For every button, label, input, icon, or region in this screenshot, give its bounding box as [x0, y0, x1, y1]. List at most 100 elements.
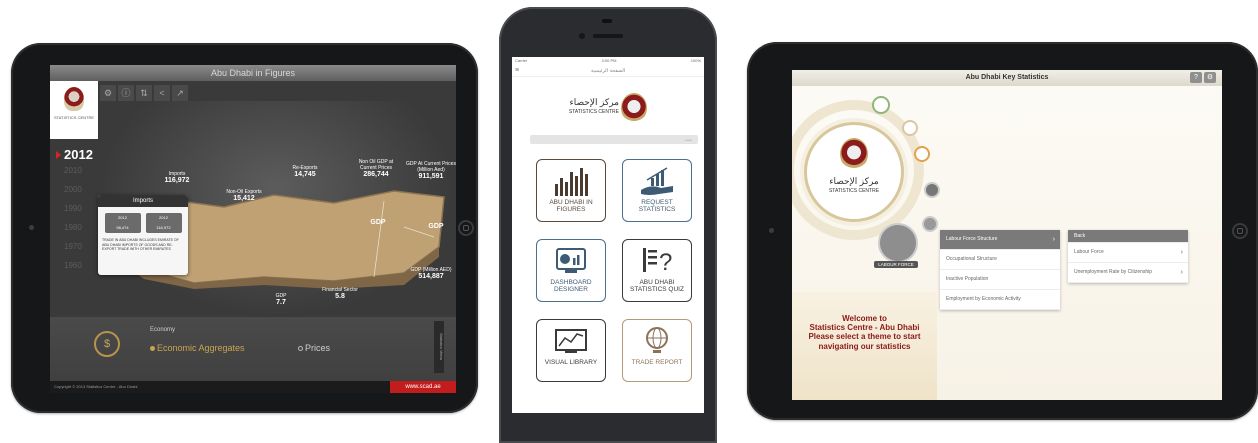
menu-item-label: Occupational Structure — [946, 256, 997, 262]
menu-item-label: Labour Force Structure — [946, 236, 998, 242]
home-button[interactable] — [458, 220, 474, 236]
labour-force-label: LABOUR FORCE — [874, 261, 918, 268]
settings-icon[interactable]: ⚙ — [1204, 72, 1216, 83]
menu-icon[interactable]: ≡ — [515, 66, 519, 76]
year-item[interactable]: 1990 — [50, 204, 96, 223]
map-marker-gdp-b[interactable]: GDP — [426, 223, 446, 231]
map-marker-reexports[interactable]: Re-Exports 14,745 — [288, 165, 322, 179]
menu-item-unemployment[interactable]: Unemployment Rate by Citizenship › — [1068, 263, 1188, 283]
year-item-selected[interactable]: 2012 — [50, 147, 96, 166]
tile-dashboard-designer[interactable]: DASHBOARD DESIGNER — [536, 239, 606, 302]
phone-speaker — [593, 34, 623, 38]
map-marker-gdp-c[interactable]: GDP 7.7 — [266, 293, 296, 307]
tile-label: TRADE REPORT — [631, 359, 683, 366]
popup-cell: 2012 98,474 — [104, 213, 141, 233]
map-marker-nonoil-gdp[interactable]: Non Oil GDP at Current Prices 286,744 — [354, 159, 398, 179]
map-marker-financial[interactable]: Financial Sector 5.8 — [320, 287, 360, 301]
year-item[interactable]: 1970 — [50, 242, 96, 261]
phone-screen: Carrier 3:00 PM 100% ≡ الصفحة الرئيسية م… — [512, 57, 704, 413]
statistics-menu-tab[interactable]: Statistics Menu — [434, 321, 444, 373]
menu-item-label: Unemployment Rate by Citizenship — [1074, 269, 1153, 275]
quiz-icon: ? — [623, 240, 691, 276]
home-button[interactable] — [1232, 223, 1248, 239]
nav-title: الصفحة الرئيسية — [590, 68, 626, 74]
menu-item-labour-force[interactable]: Labour Force › — [1068, 243, 1188, 263]
tile-visual-library[interactable]: VISUAL LIBRARY — [536, 319, 606, 382]
theme-icon[interactable] — [922, 216, 938, 232]
radio-label: Prices — [305, 343, 331, 353]
labour-submenu: Labour Force Structure › Occupational Str… — [940, 230, 1060, 310]
popup-title: Imports — [98, 195, 188, 207]
search-input[interactable]: بحث — [530, 135, 698, 144]
radio-prices[interactable]: Prices — [298, 343, 330, 353]
year-item[interactable]: 1960 — [50, 261, 96, 280]
info-icon[interactable]: ⓘ — [118, 85, 134, 101]
marker-value: 514,887 — [418, 273, 444, 280]
popup-cell-year: 2012 — [118, 215, 127, 220]
toolbar: ⚙ ⓘ ⇅ < ↗ — [100, 85, 188, 101]
year-item[interactable]: 2000 — [50, 185, 96, 204]
menu-item-employment[interactable]: Employment by Economic Activity — [940, 290, 1060, 310]
back-button[interactable]: Back — [1068, 230, 1188, 243]
carrier-text: Carrier — [515, 58, 528, 63]
imports-popup: Imports 2012 98,474 2012 116,972 TRADE I… — [98, 195, 188, 275]
radio-dot-selected — [150, 346, 155, 352]
settings-icon[interactable]: ⚙ — [100, 85, 116, 101]
marker-label: GDP — [428, 223, 444, 230]
website-link[interactable]: www.scad.ae — [390, 381, 456, 393]
section-label: Economy — [150, 327, 176, 333]
key-statistics-screen: Abu Dhabi Key Statistics ? ⚙ مركز الإحصا… — [792, 70, 1222, 400]
export-icon[interactable]: ↗ — [172, 85, 188, 101]
menu-item-label: Employment by Economic Activity — [946, 296, 1021, 302]
map-marker-gdp-total[interactable]: GDP (Million AED) 514,887 — [406, 267, 456, 281]
menu-item-occupational[interactable]: Occupational Structure — [940, 250, 1060, 270]
tablet-camera — [29, 225, 34, 230]
popup-cell-year: 2012 — [159, 215, 168, 220]
welcome-line: Statistics Centre - Abu Dhabi — [809, 323, 920, 333]
sort-icon[interactable]: ⇅ — [136, 85, 152, 101]
menu-item-label: Labour Force — [1074, 249, 1104, 255]
map-marker-nonoil-exports[interactable]: Non-Oil Exports 15,412 — [224, 189, 264, 203]
logo-circle[interactable] — [804, 122, 904, 222]
logo-text: STATISTICS CENTRE — [53, 115, 95, 120]
share-icon[interactable]: < — [154, 85, 170, 101]
monitor-chart-icon — [537, 320, 605, 356]
labour-force-icon[interactable] — [878, 223, 918, 263]
logo-arabic: مركز الإحصاء — [569, 97, 619, 107]
marker-label: Non Oil GDP at Current Prices — [358, 159, 394, 171]
map-marker-gdp-current[interactable]: GDP At Current Prices (Million Aed) 911,… — [406, 161, 456, 181]
tile-statistics-quiz[interactable]: ? ABU DHABI STATISTICS QUIZ — [622, 239, 692, 302]
emblem-icon — [621, 93, 647, 123]
tile-abu-dhabi-in-figures[interactable]: ABU DHABI IN FIGURES — [536, 159, 606, 222]
radio-economic-aggregates[interactable]: Economic Aggregates — [150, 343, 245, 353]
nav-bar: ≡ الصفحة الرئيسية — [512, 66, 704, 77]
welcome-line: navigating our statistics — [818, 341, 911, 351]
environment-theme-icon[interactable] — [872, 96, 890, 114]
marker-value: 5.8 — [335, 293, 345, 300]
phone-sensor — [602, 19, 612, 23]
tile-request-statistics[interactable]: REQUEST STATISTICS — [622, 159, 692, 222]
year-item[interactable]: 1980 — [50, 223, 96, 242]
popup-cell-value: 98,474 — [116, 225, 129, 230]
menu-item-labour-force-structure[interactable]: Labour Force Structure › — [940, 230, 1060, 250]
year-item[interactable]: 2010 — [50, 166, 96, 185]
map-marker-gdp-a[interactable]: GDP — [368, 219, 388, 227]
welcome-line: Please select a theme to start — [808, 332, 921, 342]
labour-detail-menu: Back Labour Force › Unemployment Rate by … — [1068, 230, 1188, 283]
theme-icon[interactable] — [902, 120, 918, 136]
popup-values: 2012 98,474 2012 116,972 — [98, 207, 188, 235]
popup-cell: 2012 116,972 — [145, 213, 182, 233]
chevron-right-icon: › — [1052, 236, 1055, 243]
dashboard-icon — [537, 240, 605, 276]
tablet-device-right: Abu Dhabi Key Statistics ? ⚙ مركز الإحصا… — [747, 42, 1258, 420]
economy-icon[interactable]: $ — [94, 331, 120, 357]
map-marker-imports[interactable]: Imports 116,972 — [162, 171, 192, 185]
tablet-camera — [769, 228, 774, 233]
phone-device: Carrier 3:00 PM 100% ≡ الصفحة الرئيسية م… — [499, 7, 717, 443]
population-theme-icon[interactable] — [924, 182, 940, 198]
tile-trade-report[interactable]: TRADE REPORT — [622, 319, 692, 382]
theme-icon[interactable] — [914, 146, 930, 162]
menu-item-inactive[interactable]: Inactive Population — [940, 270, 1060, 290]
tile-label: VISUAL LIBRARY — [544, 359, 598, 366]
help-icon[interactable]: ? — [1190, 72, 1202, 83]
